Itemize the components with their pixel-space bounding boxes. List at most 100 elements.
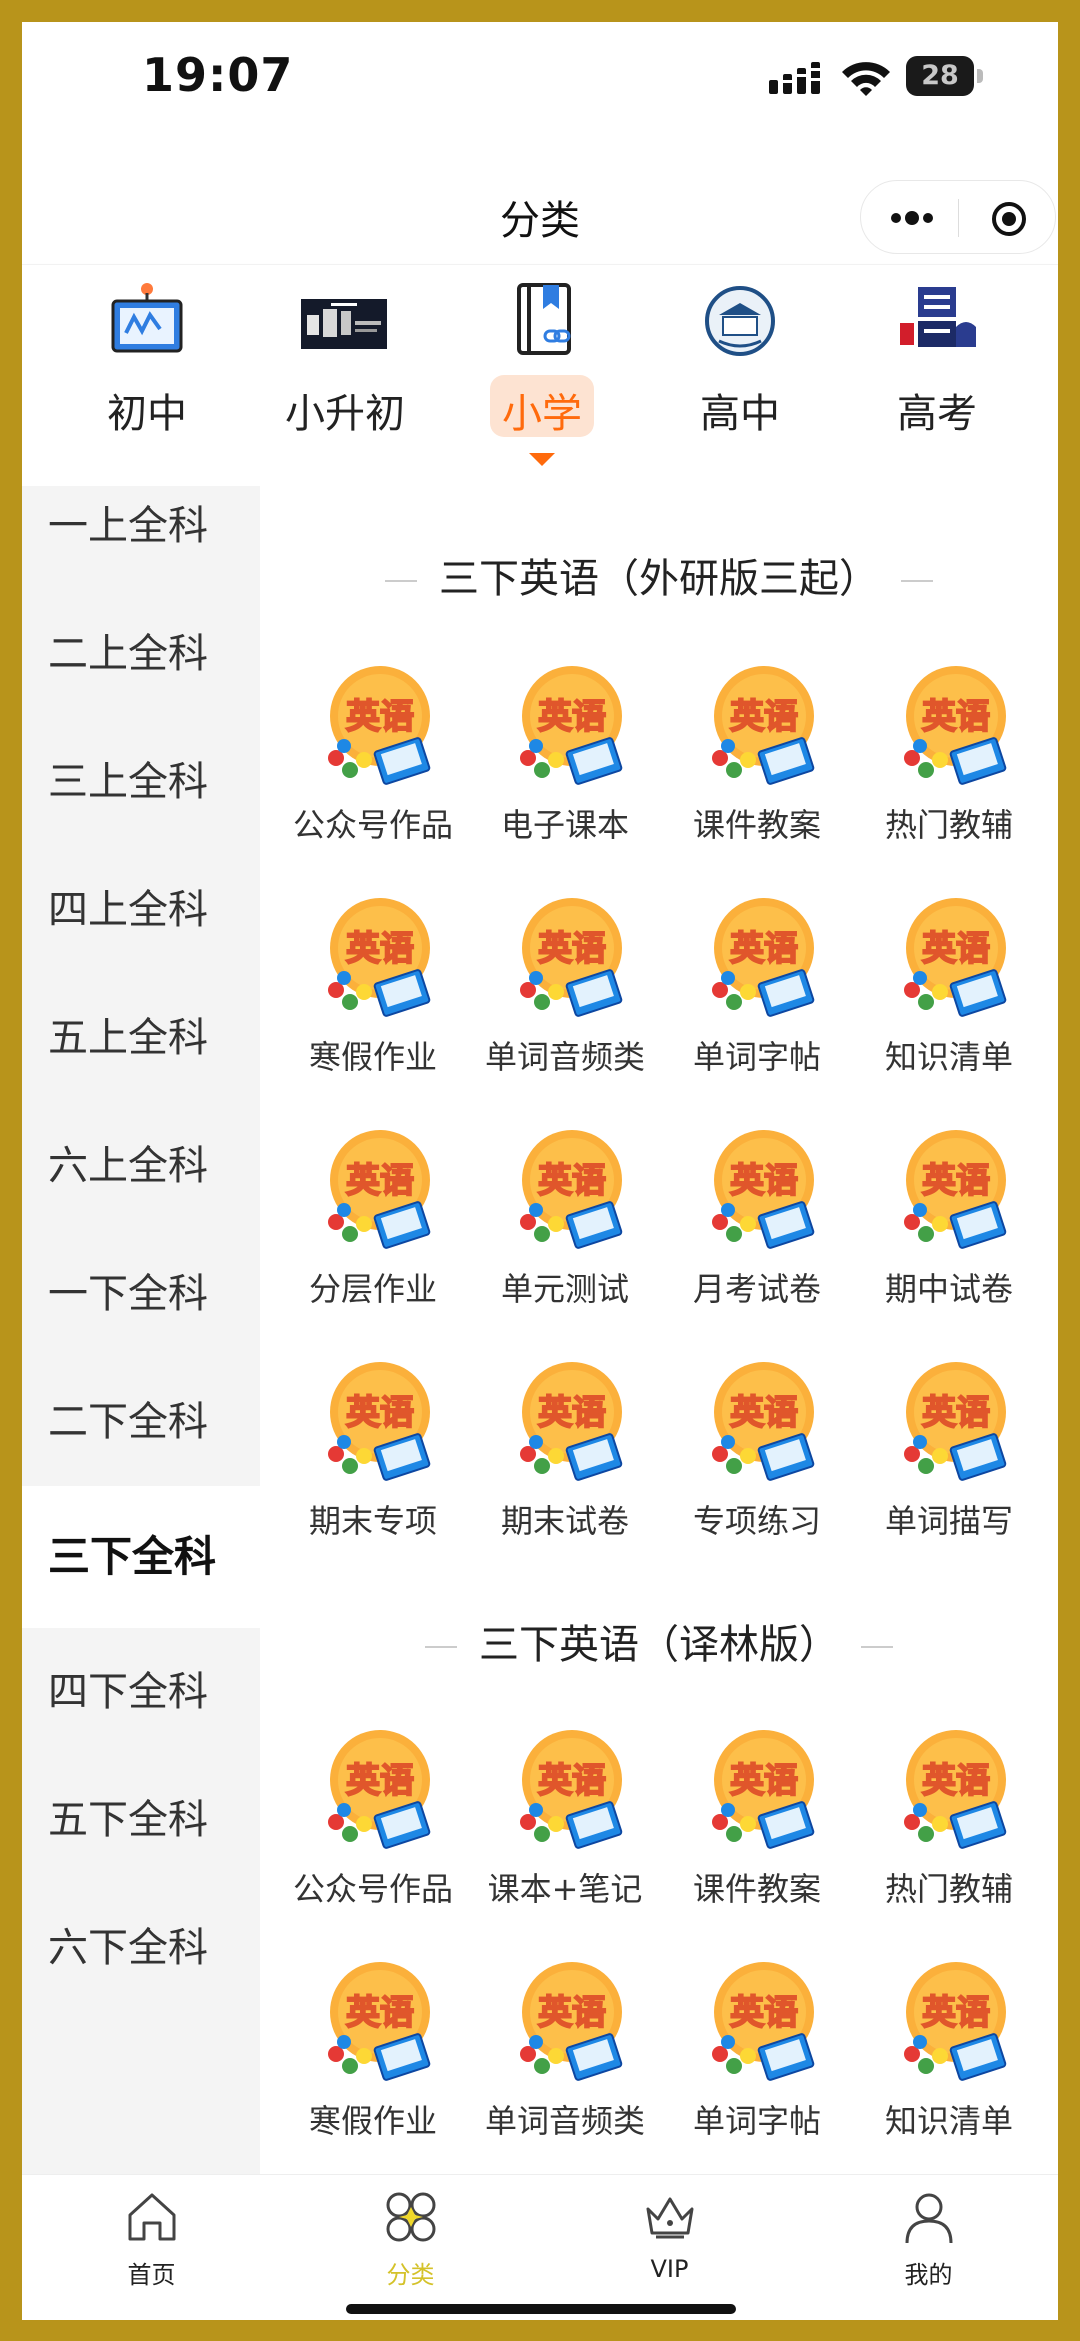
svg-text:英语: 英语 bbox=[730, 929, 798, 969]
category-item[interactable]: 英语课件教案 bbox=[662, 1726, 852, 1926]
more-dots-icon[interactable] bbox=[889, 207, 935, 229]
sidebar-item[interactable]: 四下全科 bbox=[22, 1628, 260, 1756]
category-item-label: 知识清单 bbox=[884, 2102, 1013, 2140]
category-item-label: 知识清单 bbox=[884, 1038, 1013, 1076]
sidebar-item[interactable]: 五下全科 bbox=[22, 1756, 260, 1884]
category-item[interactable]: 英语 热门教辅 bbox=[854, 1726, 1044, 1926]
svg-text:英语: 英语 bbox=[922, 1393, 990, 1433]
category-item[interactable]: 英语 期中试卷 bbox=[854, 1126, 1044, 1326]
sidebar-item[interactable]: 二下全科 bbox=[22, 1358, 260, 1486]
category-item-label: 公众号作品 bbox=[292, 1870, 453, 1908]
sidebar-item[interactable]: 二上全科 bbox=[22, 590, 260, 718]
category-item-label: 公众号作品 bbox=[292, 806, 453, 844]
category-icon bbox=[386, 2192, 436, 2242]
english-book-icon: 英语 bbox=[508, 1958, 636, 2086]
tab-home[interactable]: 首页 bbox=[22, 2175, 281, 2320]
svg-text:英语: 英语 bbox=[730, 1993, 798, 2033]
tab-category[interactable]: 分类 bbox=[281, 2175, 540, 2320]
svg-text:英语: 英语 bbox=[730, 1161, 798, 1201]
category-item[interactable]: 英语单词字帖 bbox=[662, 1958, 852, 2158]
svg-text:英语: 英语 bbox=[346, 1761, 414, 1801]
category-item-label: 期中试卷 bbox=[884, 1270, 1013, 1308]
status-time: 19:07 bbox=[142, 48, 294, 102]
category-item[interactable]: 英语 单词音频类 bbox=[470, 894, 660, 1094]
category-item[interactable]: 英语 知识清单 bbox=[854, 1958, 1044, 2158]
category-item[interactable]: 英语 期末专项 bbox=[278, 1358, 468, 1558]
category-item[interactable]: 英语 月考试卷 bbox=[662, 1126, 852, 1326]
level-label: 小升初 bbox=[285, 391, 405, 437]
svg-text:英语: 英语 bbox=[538, 1761, 606, 1801]
category-item[interactable]: 英语 单词音频类 bbox=[470, 1958, 660, 2158]
section-title-text: 三下英语（外研版三起） bbox=[439, 556, 879, 602]
category-item[interactable]: 英语寒假作业 bbox=[278, 894, 468, 1094]
school-badge-icon bbox=[705, 286, 775, 356]
title-dash bbox=[901, 580, 933, 582]
english-book-icon: 英语 bbox=[700, 894, 828, 1022]
svg-text:英语: 英语 bbox=[538, 697, 606, 737]
level-tab-chuzhong[interactable]: 初中 bbox=[52, 281, 242, 471]
category-item[interactable]: 英语电子课本 bbox=[470, 662, 660, 862]
english-book-icon: 英语 bbox=[316, 1358, 444, 1486]
category-content: 三下英语（外研版三起） 英语 公众号作品 英语 电子课本 英语 课件教案 英语 热门教辅 英语寒… bbox=[260, 486, 1058, 2174]
svg-text:英语: 英语 bbox=[346, 1161, 414, 1201]
svg-text:英语: 英语 bbox=[538, 929, 606, 969]
target-close-icon[interactable] bbox=[991, 201, 1027, 237]
category-item[interactable]: 英语公众号作品 bbox=[278, 1726, 468, 1926]
category-item[interactable]: 英语公众号作品 bbox=[278, 662, 468, 862]
banner-image-icon bbox=[301, 299, 387, 349]
category-item[interactable]: 英语 课本+笔记 bbox=[470, 1726, 660, 1926]
cellular-signal-icon bbox=[769, 62, 820, 94]
english-book-icon: 英语 bbox=[316, 662, 444, 790]
tab-label: 首页 bbox=[127, 2261, 176, 2289]
category-item[interactable]: 英语 期末试卷 bbox=[470, 1358, 660, 1558]
sidebar-item[interactable]: 一上全科 bbox=[22, 462, 260, 590]
sidebar-item[interactable]: 一下全科 bbox=[22, 1230, 260, 1358]
home-icon bbox=[128, 2193, 176, 2241]
capsule-divider bbox=[958, 199, 959, 237]
category-item[interactable]: 英语 单元测试 bbox=[470, 1126, 660, 1326]
level-tab-xiaoxue[interactable]: 小学 bbox=[447, 281, 637, 471]
level-tab-xiaoshengchu[interactable]: 小升初 bbox=[250, 281, 440, 471]
svg-text:英语: 英语 bbox=[730, 697, 798, 737]
sidebar-item[interactable]: 三上全科 bbox=[22, 718, 260, 846]
category-item-label: 课件教案 bbox=[692, 1870, 821, 1908]
sidebar-item[interactable]: 四上全科 bbox=[22, 846, 260, 974]
crown-icon bbox=[646, 2197, 694, 2239]
miniprogram-capsule bbox=[860, 180, 1056, 254]
sidebar-item[interactable]: 六下全科 bbox=[22, 1884, 260, 2012]
category-item-label: 电子课本 bbox=[500, 806, 629, 844]
category-item[interactable]: 英语单词描写 bbox=[854, 1358, 1044, 1558]
english-book-icon: 英语 bbox=[316, 894, 444, 1022]
svg-text:英语: 英语 bbox=[346, 1393, 414, 1433]
phone-screen: 19:07 28 分类 初中 小升初 小学 高中 高考 一上全科 二上全科 三上… bbox=[22, 22, 1058, 2320]
english-book-icon: 英语 bbox=[316, 1126, 444, 1254]
sidebar-item-active[interactable]: 三下全科 bbox=[22, 1486, 260, 1628]
category-item[interactable]: 英语分层作业 bbox=[278, 1126, 468, 1326]
home-indicator bbox=[346, 2304, 736, 2314]
category-item-label: 单词描写 bbox=[884, 1502, 1013, 1540]
sidebar-item[interactable]: 六上全科 bbox=[22, 1102, 260, 1230]
level-tab-gaozhong[interactable]: 高中 bbox=[645, 281, 835, 471]
category-item[interactable]: 英语知识清单 bbox=[854, 894, 1044, 1094]
book-link-icon bbox=[517, 283, 571, 355]
english-book-icon: 英语 bbox=[700, 1126, 828, 1254]
svg-text:英语: 英语 bbox=[922, 697, 990, 737]
svg-text:英语: 英语 bbox=[730, 1761, 798, 1801]
category-item[interactable]: 英语 课件教案 bbox=[662, 662, 852, 862]
category-item[interactable]: 英语 寒假作业 bbox=[278, 1958, 468, 2158]
category-item[interactable]: 英语 专项练习 bbox=[662, 1358, 852, 1558]
english-book-icon: 英语 bbox=[892, 894, 1020, 1022]
category-item[interactable]: 英语 单词字帖 bbox=[662, 894, 852, 1094]
category-item-label: 单词字帖 bbox=[692, 2102, 821, 2140]
svg-text:英语: 英语 bbox=[730, 1393, 798, 1433]
english-book-icon: 英语 bbox=[700, 1726, 828, 1854]
category-item[interactable]: 英语 热门教辅 bbox=[854, 662, 1044, 862]
level-tab-gaokao[interactable]: 高考 bbox=[842, 281, 1032, 471]
category-item-label: 寒假作业 bbox=[308, 1038, 437, 1076]
category-item-label: 分层作业 bbox=[308, 1270, 437, 1308]
tab-mine[interactable]: 我的 bbox=[799, 2175, 1058, 2320]
sidebar-item[interactable]: 五上全科 bbox=[22, 974, 260, 1102]
tab-vip[interactable]: VIP bbox=[540, 2175, 799, 2320]
tab-label: VIP bbox=[650, 2255, 689, 2283]
svg-text:英语: 英语 bbox=[538, 1993, 606, 2033]
